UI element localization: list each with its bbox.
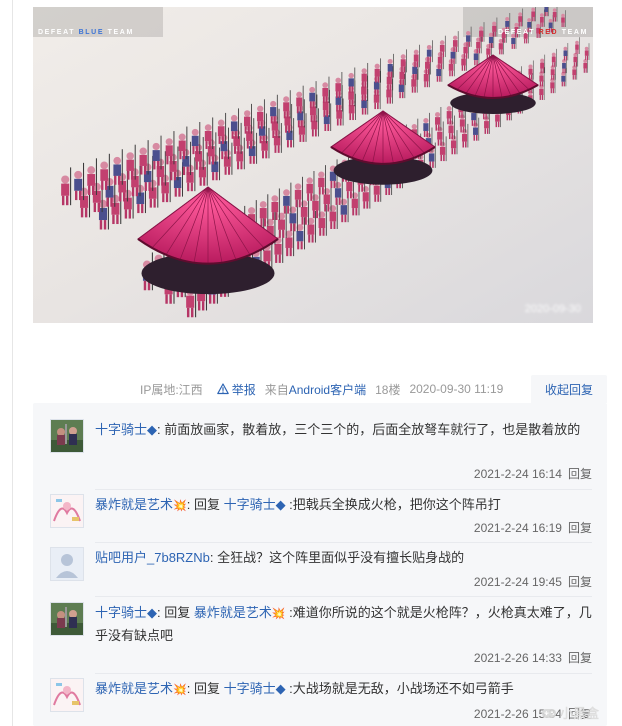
reply-prefix: : 回复 [186,681,224,696]
reply-username[interactable]: 暴炸就是艺术 [95,497,173,512]
avatar[interactable] [50,494,84,528]
client-prefix: 来自 [264,382,289,397]
divider [95,596,592,597]
divider [95,542,592,543]
client-link[interactable]: Android客户端 [289,381,366,398]
reply-username[interactable]: 贴吧用户_7b8RZNb [95,550,210,565]
post-datetime: 2020-09-30 11:19 [409,382,504,396]
reply-time-row: 2021-2-26 14:33 回复 [474,649,592,666]
reply-prefix: : 回复 [186,497,224,512]
reply-time: 2021-2-26 14:33 [473,651,562,665]
gamepad-logo-icon [541,708,556,718]
reply-button[interactable]: 回复 [568,467,592,481]
ip-location: IP属地:江西 [140,382,203,397]
avatar[interactable] [50,419,84,453]
report-link[interactable]: 举报 [216,381,256,398]
reply-username[interactable]: 十字骑士◆ [95,605,157,620]
avatar[interactable] [50,602,84,636]
reply-text: :大战场就是无敌，小战场还不如弓箭手 [285,681,514,696]
reply-username[interactable]: 暴炸就是艺术 [95,681,173,696]
reply-time-row: 2021-2-24 16:19 回复 [474,519,592,536]
reply-time-row: 2021-2-24 19:45 回复 [474,573,592,590]
floor-number: 18楼 [375,382,401,397]
reply-time: 2021-2-24 16:14 [473,467,562,481]
reply-content: 贴吧用户_7b8RZNb: 全狂战？这个阵里面似乎没有擅长贴身战的 [95,547,595,569]
reply-username[interactable]: 十字骑士◆ [95,422,157,437]
avatar[interactable] [50,678,84,712]
reply-content: 暴炸就是艺术💥: 回复 十字骑士◆ :把戟兵全换成火枪，把你这个阵吊打 [95,494,595,517]
reply-text: : 全狂战？这个阵里面似乎没有擅长贴身战的 [209,550,465,565]
reply-text: :把戟兵全换成火枪，把你这个阵吊打 [285,497,501,512]
explosion-emoji-icon: 💥 [271,608,286,620]
left-border-line [12,0,13,726]
divider [95,673,592,674]
hud-defeat-red-team: DEFEAT RED TEAM [497,29,588,36]
reply-to-username[interactable]: 十字骑士◆ [224,681,286,696]
reply-button[interactable]: 回复 [568,575,592,589]
collapse-replies-button[interactable]: 收起回复 [531,375,607,403]
reply-prefix: : 回复 [157,605,194,620]
knight-avatar-icon [51,603,83,635]
post-meta-row: IP属地:江西 举报 来自 Android客户端 18楼 2020-09-30 … [140,380,503,398]
explosion-emoji-icon: 💥 [173,684,187,696]
art-avatar-icon [51,495,83,527]
reply-to-username[interactable]: 暴炸就是艺术 [194,605,272,620]
default-user-avatar-icon [51,548,83,580]
art-avatar-icon [51,679,83,711]
game-scene [33,7,593,323]
reply-button[interactable]: 回复 [568,651,592,665]
avatar[interactable] [50,547,84,581]
hud-defeat-blue-team: DEFEAT BLUE TEAM [38,29,134,36]
reply-time: 2021-2-24 19:45 [473,575,562,589]
watermark: 小黑盒 [541,703,599,722]
reply-content: 十字骑士◆: 前面放画家，散着放，三个三个的，后面全放弩车就行了，也是散着放的 [95,419,595,441]
reply-to-username[interactable]: 十字骑士◆ [224,497,286,512]
report-label: 举报 [231,382,256,397]
reply-text: : 前面放画家，散着放，三个三个的，后面全放弩车就行了，也是散着放的 [157,422,581,437]
reply-time: 2021-2-24 16:19 [473,521,562,535]
explosion-emoji-icon: 💥 [173,500,187,512]
post-image-game-screenshot[interactable]: DEFEAT BLUE TEAM DEFEAT RED TEAM 2020-09… [33,7,593,323]
reply-content: 十字骑士◆: 回复 暴炸就是艺术💥 :难道你所说的这个就是火枪阵？，火枪真太难了… [95,602,595,647]
reply-time-row: 2021-2-24 16:14 回复 [474,465,592,482]
reply-list: 十字骑士◆: 前面放画家，散着放，三个三个的，后面全放弩车就行了，也是散着放的 … [33,403,607,726]
watermark-text: 小黑盒 [559,706,599,721]
reply-button[interactable]: 回复 [568,521,592,535]
divider [95,489,592,490]
warning-icon [216,383,229,395]
knight-avatar-icon [51,420,83,452]
blurred-timestamp: 2020-09-30 [524,303,581,315]
reply-content: 暴炸就是艺术💥: 回复 十字骑士◆ :大战场就是无敌，小战场还不如弓箭手 [95,678,595,701]
